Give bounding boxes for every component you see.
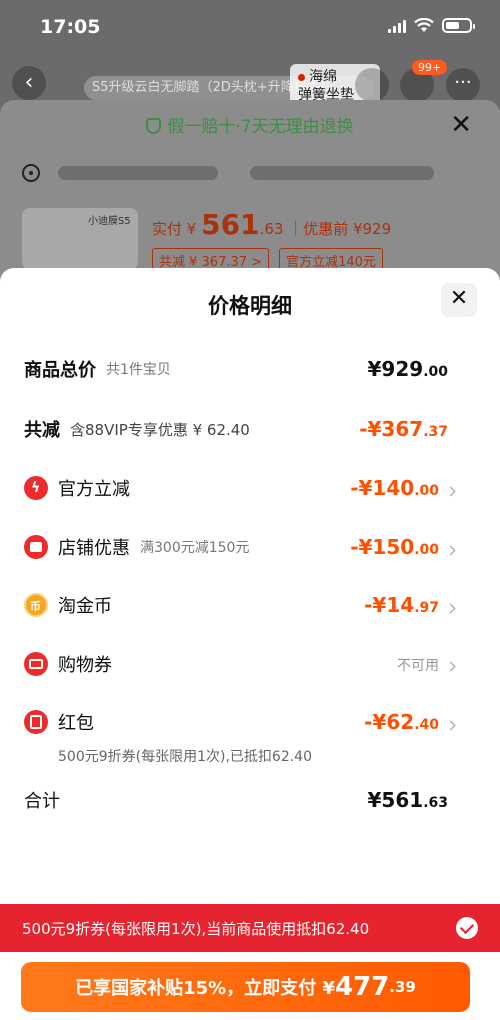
pay-label: 已享国家补贴15%，立即支付 ¥ — [75, 978, 335, 999]
sum-label: 合计 — [24, 791, 60, 812]
location-pin-icon — [22, 164, 40, 182]
reduction-label: 共减 — [24, 420, 60, 441]
chevron-right-icon — [445, 603, 456, 614]
total-reduction-row: 共减 含88VIP专享优惠 ¥ 62.40 -¥367.37 — [24, 414, 454, 444]
shield-icon — [146, 118, 162, 134]
official-discount-row[interactable]: ϟ 官方立减 -¥140.00 — [24, 473, 456, 503]
cart-badge: 99+ — [412, 60, 448, 75]
original-price: ｜优惠前 ¥929 — [288, 220, 392, 238]
guarantee-text: 假一赔十·7天无理由退换 — [167, 117, 354, 137]
guarantee-banner: 假一赔十·7天无理由退换 — [0, 112, 500, 137]
taojinbi-row[interactable]: 币 淘金币 -¥14.97 — [24, 590, 456, 620]
lightning-icon: ϟ — [24, 476, 48, 500]
price-details-modal: 价格明细 ✕ 商品总价 共1件宝贝 ¥929.00 共减 含88VIP专享优惠 … — [0, 268, 500, 1020]
coupon-label: 购物券 — [58, 655, 112, 676]
chevron-right-icon — [445, 545, 456, 556]
red-envelope-icon — [24, 710, 48, 734]
thumb-label: 小迪膜S5 — [88, 216, 131, 227]
checkmark-icon[interactable] — [456, 917, 478, 939]
paid-label: 实付 ¥ — [152, 220, 202, 238]
pay-amount-int: 477 — [335, 972, 390, 1002]
official-amount: -¥140.00 — [350, 476, 439, 500]
battery-icon — [442, 18, 475, 33]
paid-dec: .63 — [259, 220, 284, 238]
reduction-sub: 含88VIP专享优惠 ¥ 62.40 — [70, 420, 250, 439]
more-button[interactable]: ··· — [446, 68, 480, 102]
chevron-right-icon — [445, 661, 456, 672]
address-redacted — [250, 166, 434, 180]
chevron-right-icon — [445, 486, 456, 497]
back-button[interactable]: ‹ — [12, 66, 46, 100]
paid-price: 实付 ¥ 561.63 ｜优惠前 ¥929 — [152, 208, 391, 241]
address-redacted — [58, 166, 218, 180]
total-price-row: 商品总价 共1件宝贝 ¥929.00 — [24, 354, 454, 384]
reduction-amount: -¥367.37 — [359, 417, 448, 441]
pay-button[interactable]: 已享国家补贴15%，立即支付 ¥477.39 — [21, 962, 470, 1012]
total-label: 商品总价 — [24, 360, 96, 381]
address-row[interactable] — [22, 160, 482, 188]
product-thumbnail[interactable]: 小迪膜S5 — [22, 208, 138, 270]
chevron-right-icon — [445, 720, 456, 731]
status-bar: 17:05 — [0, 0, 500, 54]
shop-sub: 满300元减150元 — [140, 540, 250, 556]
official-label: 官方立减 — [58, 479, 130, 500]
shopping-coupon-row[interactable]: 购物券 不可用 — [24, 649, 456, 679]
hongbao-label: 红包 — [58, 713, 94, 734]
coupon-icon — [24, 652, 48, 676]
coupon-bar-text: 500元9折券(每张限用1次),当前商品使用抵扣62.40 — [22, 919, 370, 938]
coupon-selected-bar[interactable]: 500元9折券(每张限用1次),当前商品使用抵扣62.40 — [0, 904, 500, 952]
shop-icon — [24, 535, 48, 559]
signal-icon — [388, 19, 406, 33]
status-time: 17:05 — [40, 16, 101, 38]
shop-amount: -¥150.00 — [350, 535, 439, 559]
sum-amount: ¥561.63 — [367, 788, 448, 812]
total-amount: ¥929.00 — [367, 357, 448, 381]
red-envelope-row[interactable]: 红包 -¥62.40 — [24, 707, 456, 737]
wifi-icon — [414, 18, 434, 32]
pay-amount-dec: .39 — [389, 978, 416, 996]
total-sub: 共1件宝贝 — [106, 362, 171, 378]
sum-row: 合计 ¥561.63 — [24, 785, 454, 815]
shop-discount-row[interactable]: 店铺优惠 满300元减150元 -¥150.00 — [24, 532, 456, 562]
close-icon[interactable]: ✕ — [450, 110, 472, 140]
shop-label: 店铺优惠 — [58, 538, 130, 559]
close-button[interactable]: ✕ — [441, 283, 477, 317]
coin-icon: 币 — [24, 593, 48, 617]
status-icons — [388, 18, 475, 33]
promo-line1: 海绵 — [309, 69, 337, 85]
coin-label: 淘金币 — [58, 596, 112, 617]
coupon-status: 不可用 — [397, 658, 439, 674]
coin-amount: -¥14.97 — [364, 593, 439, 617]
share-button[interactable] — [355, 68, 389, 102]
paid-int: 561 — [201, 208, 260, 241]
dot-icon — [298, 74, 305, 81]
hongbao-amount: -¥62.40 — [364, 710, 439, 734]
modal-title: 价格明细 — [208, 294, 292, 318]
hongbao-note: 500元9折券(每张限用1次),已抵扣62.40 — [58, 749, 312, 765]
